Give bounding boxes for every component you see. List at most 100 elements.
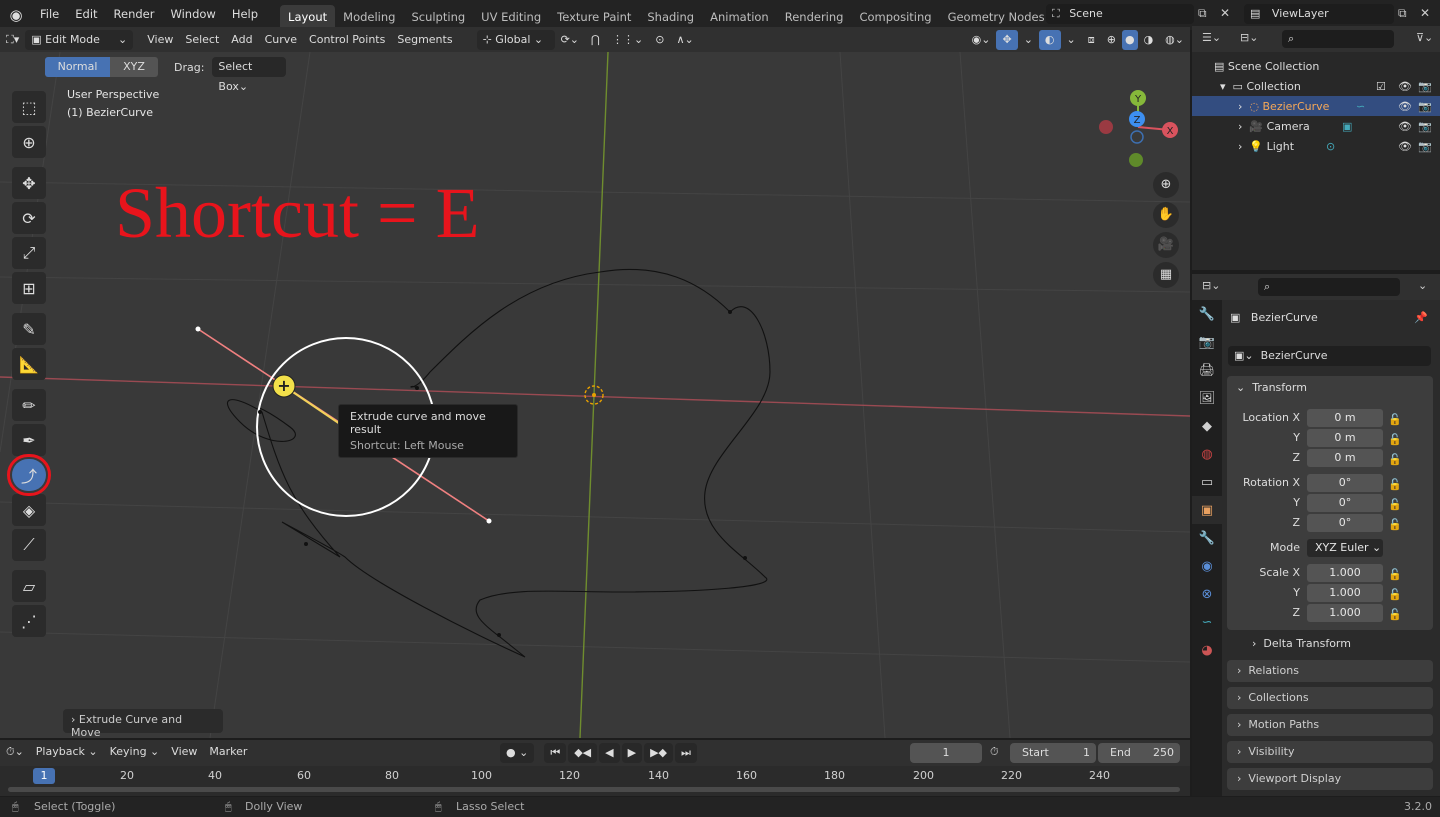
eye-icon[interactable]: 👁 xyxy=(1398,80,1412,93)
camera-render-icon[interactable]: 📷 xyxy=(1418,140,1432,153)
new-view-layer-icon[interactable]: ⧉ xyxy=(1398,6,1407,21)
collections-panel[interactable]: › Collections xyxy=(1227,687,1433,709)
tab-rendering[interactable]: Rendering xyxy=(777,5,852,29)
3d-viewport[interactable]: + User Perspective (1) BezierCurve Short… xyxy=(0,52,1190,738)
rotation-y-field[interactable]: 0° xyxy=(1307,494,1383,512)
rotation-mode-select[interactable]: XYZ Euler ⌄ xyxy=(1307,539,1383,557)
location-z-field[interactable]: 0 m xyxy=(1307,449,1383,467)
pin-icon[interactable]: 📌 xyxy=(1414,311,1428,324)
outliner-item-light[interactable]: › 💡 Light ⊙ 👁 📷 xyxy=(1192,136,1440,156)
menu-window[interactable]: Window xyxy=(162,0,223,30)
cursor-icon[interactable]: ⊕ xyxy=(12,126,46,158)
scale-x-field[interactable]: 1.000 xyxy=(1307,564,1383,582)
material-tab-icon[interactable]: ◕ xyxy=(1192,636,1222,664)
control-points[interactable] xyxy=(258,310,747,637)
menu-file[interactable]: File xyxy=(32,0,67,30)
radius-icon[interactable]: ◈ xyxy=(12,494,46,526)
scene-selector[interactable]: ⛶ Scene xyxy=(1046,4,1194,24)
filter-view-icon[interactable]: ⊟⌄ xyxy=(1240,31,1258,44)
snap-target-icon[interactable]: ⋮⋮⌄ xyxy=(606,27,649,53)
select-box-icon[interactable]: ⬚ xyxy=(12,91,46,123)
annotate-icon[interactable]: ✎ xyxy=(12,313,46,345)
play-icon[interactable]: ▶ xyxy=(621,743,643,763)
scene-tab-icon[interactable]: ◆ xyxy=(1192,412,1222,440)
jump-start-icon[interactable]: ⏮ xyxy=(544,743,567,763)
menu-edit[interactable]: Edit xyxy=(67,0,105,30)
lock-icons[interactable]: 🔓 🔓 🔓 xyxy=(1388,475,1402,535)
gizmo-neg-x[interactable] xyxy=(1099,120,1113,134)
location-y-field[interactable]: 0 m xyxy=(1307,429,1383,447)
render-tab-icon[interactable]: 📷 xyxy=(1192,328,1222,356)
pen-icon[interactable]: ✒ xyxy=(12,424,46,456)
bezier-curve[interactable] xyxy=(227,268,771,658)
tab-geometry-nodes[interactable]: Geometry Nodes xyxy=(940,5,1053,29)
next-keyframe-icon[interactable]: ▶◆ xyxy=(644,743,673,763)
menu-playback[interactable]: Playback ⌄ xyxy=(30,739,104,765)
menu-keying[interactable]: Keying ⌄ xyxy=(104,739,166,765)
motion-paths-panel[interactable]: › Motion Paths xyxy=(1227,714,1433,736)
object-tab-icon[interactable]: ▣ xyxy=(1192,496,1222,524)
menu-view[interactable]: View xyxy=(141,27,179,53)
lock-icons[interactable]: 🔓 🔓 🔓 xyxy=(1388,565,1402,625)
delta-transform-header[interactable]: › Delta Transform xyxy=(1252,637,1351,650)
menu-view[interactable]: View xyxy=(165,739,203,765)
rotate-icon[interactable]: ⟳ xyxy=(12,202,46,234)
menu-curve[interactable]: Curve xyxy=(259,27,303,53)
editor-type-icon[interactable]: ⛶▾ xyxy=(0,27,25,53)
prev-keyframe-icon[interactable]: ◆◀ xyxy=(568,743,598,763)
snap-icon[interactable]: ⋂ xyxy=(585,27,606,53)
viewport-display-panel[interactable]: › Viewport Display xyxy=(1227,768,1433,790)
transform-icon[interactable]: ⊞ xyxy=(12,272,46,304)
rotation-z-field[interactable]: 0° xyxy=(1307,514,1383,532)
collection-tab-icon[interactable]: ▭ xyxy=(1192,468,1222,496)
tab-modeling[interactable]: Modeling xyxy=(335,5,403,29)
timeline-editor-icon[interactable]: ⏱⌄ xyxy=(0,739,30,765)
lock-icons[interactable]: 🔓 🔓 🔓 xyxy=(1388,410,1402,470)
current-frame-field[interactable]: 1 xyxy=(910,743,982,763)
extrude-icon[interactable]: ⤴ xyxy=(7,454,51,496)
xyz-toggle[interactable]: XYZ xyxy=(110,57,158,77)
shading-solid-icon[interactable]: ● xyxy=(1121,30,1138,50)
shading-rendered-icon[interactable]: ◍⌄ xyxy=(1159,27,1190,53)
record-icon[interactable]: ● ⌄ xyxy=(500,743,535,763)
menu-segments[interactable]: Segments xyxy=(391,27,458,53)
rotation-x-field[interactable]: 0° xyxy=(1307,474,1383,492)
play-reverse-icon[interactable]: ◀ xyxy=(599,743,620,763)
outliner-item-scene-collection[interactable]: ▤ Scene Collection xyxy=(1192,56,1440,76)
tab-uv-editing[interactable]: UV Editing xyxy=(473,5,549,29)
camera-render-icon[interactable]: 📷 xyxy=(1418,100,1432,113)
playhead[interactable]: 1 xyxy=(33,768,55,784)
tab-texture-paint[interactable]: Texture Paint xyxy=(549,5,639,29)
location-x-field[interactable]: 0 m xyxy=(1307,409,1383,427)
end-frame-field[interactable]: End 250 xyxy=(1098,743,1180,763)
navigation-gizmo[interactable]: X Y Z xyxy=(1090,85,1190,175)
eye-icon[interactable]: 👁 xyxy=(1398,120,1412,133)
overlay-toggle-icon[interactable]: ◐ xyxy=(1038,30,1061,50)
draw-icon[interactable]: ✏ xyxy=(12,389,46,421)
shear-icon[interactable]: ⋰ xyxy=(12,605,46,637)
falloff-icon[interactable]: ∧⌄ xyxy=(670,27,699,53)
outliner-search-input[interactable]: ⌕ xyxy=(1282,30,1394,48)
camera-view-icon[interactable]: 🎥 xyxy=(1153,232,1179,258)
gizmo-neg-y[interactable] xyxy=(1129,153,1143,167)
gizmo-neg-z[interactable] xyxy=(1130,130,1144,144)
delete-view-layer-icon[interactable]: ✕ xyxy=(1420,6,1430,20)
scale-z-field[interactable]: 1.000 xyxy=(1307,604,1383,622)
pivot-icon[interactable]: ⟳⌄ xyxy=(555,27,585,53)
mode-selector[interactable]: ▣ Edit Mode ⌄ xyxy=(25,30,134,50)
menu-render[interactable]: Render xyxy=(106,0,163,30)
randomize-icon[interactable]: ▱ xyxy=(12,570,46,602)
tab-shading[interactable]: Shading xyxy=(639,5,702,29)
menu-control-points[interactable]: Control Points xyxy=(303,27,391,53)
display-mode-icon[interactable]: ☰⌄ xyxy=(1202,31,1221,44)
visibility-icon[interactable]: ◉⌄ xyxy=(966,27,997,53)
menu-select[interactable]: Select xyxy=(179,27,225,53)
timeline-scrollbar[interactable] xyxy=(8,787,1180,792)
zoom-icon[interactable]: ⊕ xyxy=(1153,172,1179,198)
measure-icon[interactable]: 📐 xyxy=(12,348,46,380)
output-tab-icon[interactable]: 🖨 xyxy=(1192,356,1222,384)
checkbox-icon[interactable]: ☑ xyxy=(1376,80,1386,93)
ortho-grid-icon[interactable]: ▦ xyxy=(1153,262,1179,288)
tool-tab-icon[interactable]: 🔧 xyxy=(1192,300,1222,328)
xray-icon[interactable]: ⧈ xyxy=(1082,27,1101,53)
